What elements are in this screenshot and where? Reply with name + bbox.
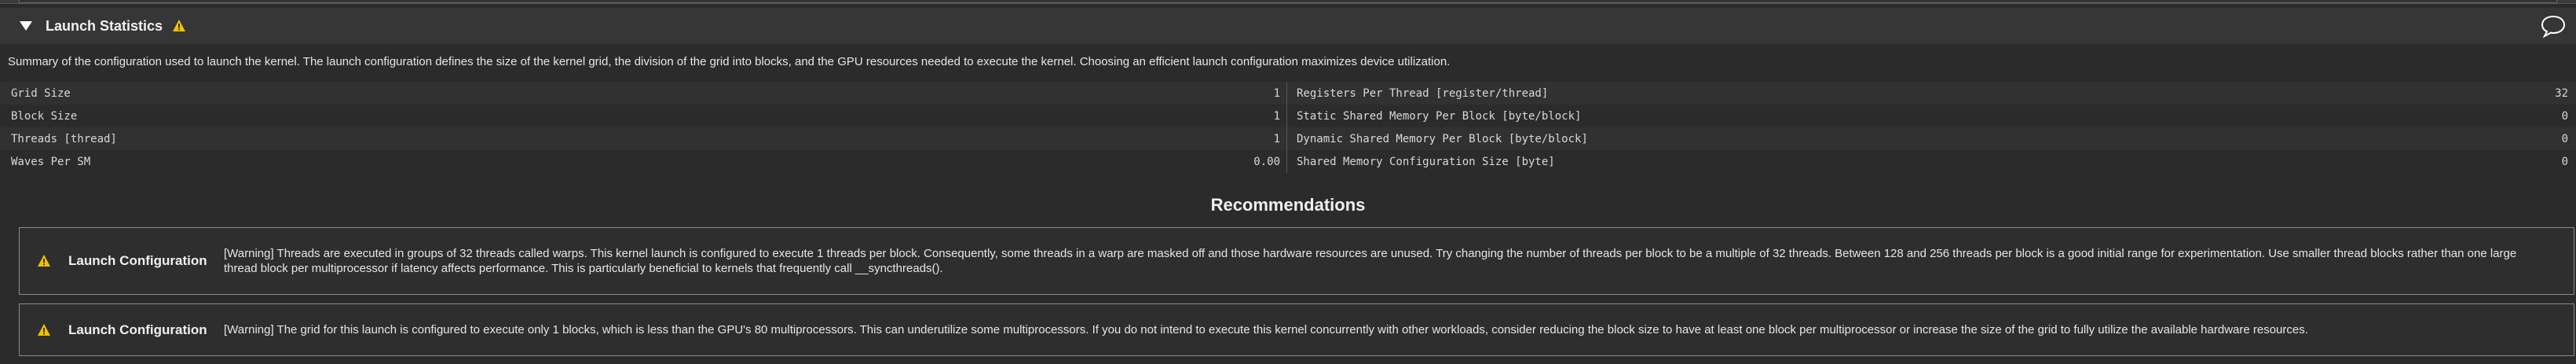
launch-stats-table: Grid Size 1 Block Size 1 Threads [thread] 1… <box>0 82 2576 173</box>
stat-row[interactable]: Shared Memory Configuration Size [byte] 0 <box>1287 150 2576 173</box>
comment-icon[interactable] <box>2540 14 2567 39</box>
stat-value: 0 <box>2561 132 2568 145</box>
stat-value: 1 <box>1273 132 1280 145</box>
warning-icon <box>172 19 186 33</box>
recommendation-text: [Warning] The grid for this launch is co… <box>224 323 2308 336</box>
recommendation-name: Launch Configuration <box>68 322 207 337</box>
warning-icon <box>37 323 51 337</box>
warning-icon <box>37 254 51 268</box>
recommendation-name: Launch Configuration <box>68 253 207 268</box>
stat-value: 0 <box>2561 109 2568 123</box>
recommendation-text: [Warning] Threads are executed in groups… <box>224 247 2517 275</box>
stat-label: Block Size <box>11 109 78 123</box>
recommendation-item[interactable]: Launch Configuration [Warning] Threads a… <box>19 227 2574 295</box>
stat-row[interactable]: Dynamic Shared Memory Per Block [byte/bl… <box>1287 127 2576 150</box>
stat-value: 0.00 <box>1253 155 1280 168</box>
stat-label: Static Shared Memory Per Block [byte/blo… <box>1297 109 1582 123</box>
stat-label: Dynamic Shared Memory Per Block [byte/bl… <box>1297 132 1588 145</box>
stat-label: Grid Size <box>11 86 71 100</box>
stat-row[interactable]: Registers Per Thread [register/thread] 32 <box>1287 82 2576 105</box>
stat-value: 0 <box>2561 155 2568 168</box>
stat-row[interactable]: Waves Per SM 0.00 <box>0 150 1286 173</box>
stat-row[interactable]: Grid Size 1 <box>0 82 1286 105</box>
stats-column-left: Grid Size 1 Block Size 1 Threads [thread] 1… <box>0 82 1287 173</box>
stat-label: Waves Per SM <box>11 155 91 168</box>
section-header[interactable]: Launch Statistics <box>0 8 2576 44</box>
stat-row[interactable]: Static Shared Memory Per Block [byte/blo… <box>1287 105 2576 127</box>
stat-label: Registers Per Thread [register/thread] <box>1297 86 1549 100</box>
recommendation-item[interactable]: Launch Configuration [Warning] The grid … <box>19 303 2574 356</box>
stat-row[interactable]: Threads [thread] 1 <box>0 127 1286 150</box>
previous-section-edge <box>0 0 2576 4</box>
stat-value: 1 <box>1273 86 1280 100</box>
recommendations-title: Recommendations <box>1210 195 1366 215</box>
stat-label: Threads [thread] <box>11 132 117 145</box>
stat-value: 32 <box>2555 86 2568 100</box>
stats-column-right: Registers Per Thread [register/thread] 32… <box>1287 82 2576 173</box>
section-title: Launch Statistics <box>46 17 163 34</box>
stat-row[interactable]: Block Size 1 <box>0 105 1286 127</box>
section-description: Summary of the configuration used to lau… <box>8 55 1451 68</box>
stat-value: 1 <box>1273 109 1280 123</box>
collapse-triangle-icon[interactable] <box>17 17 35 35</box>
stat-label: Shared Memory Configuration Size [byte] <box>1297 155 1555 168</box>
